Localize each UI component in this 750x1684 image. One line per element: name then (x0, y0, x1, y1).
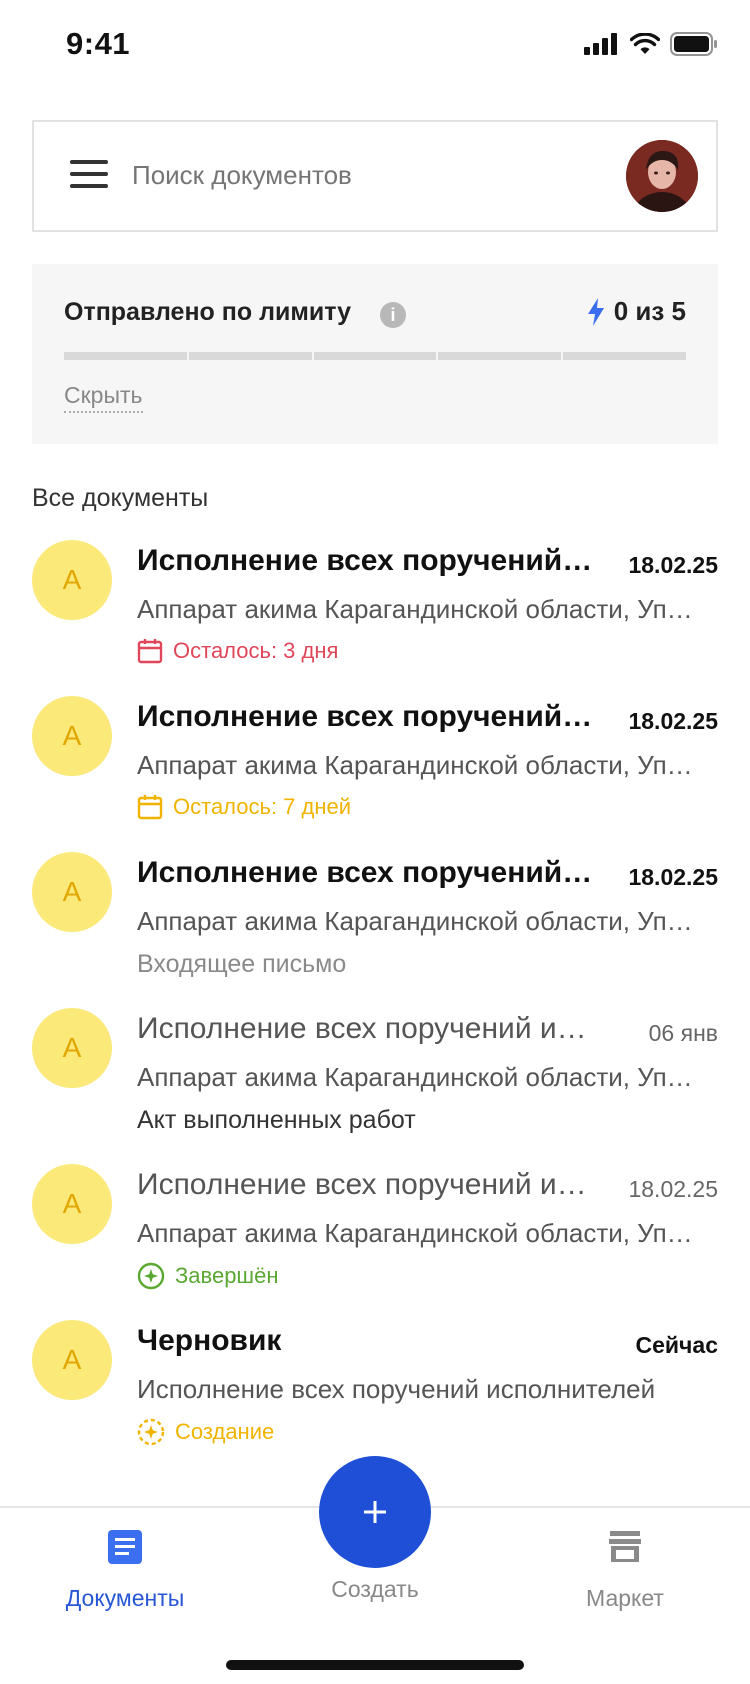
document-organization: Аппарат акима Карагандинской области, Уп… (137, 594, 703, 624)
list-item[interactable]: А Исполнение всех поручений исполнителей… (0, 540, 750, 696)
document-title: Черновик (137, 1324, 282, 1357)
progress-segment (563, 352, 686, 360)
create-button[interactable] (319, 1456, 431, 1568)
nav-documents-label: Документы (65, 1585, 185, 1611)
document-date: 18.02.25 (628, 1176, 718, 1202)
creating-icon (137, 1418, 165, 1446)
calendar-icon (137, 795, 163, 820)
document-status: Осталось: 3 дня (137, 638, 338, 664)
document-status-text: Входящее письмо (137, 950, 347, 978)
home-indicator (226, 1660, 524, 1670)
document-list: А Исполнение всех поручений исполнителей… (0, 540, 750, 1476)
progress-segment (438, 352, 562, 360)
status-bar: 9:41 (0, 0, 750, 92)
list-item[interactable]: А Исполнение всех поручений исполнителей… (0, 696, 750, 852)
limit-counter-text: 0 из 5 (613, 296, 686, 326)
document-icon (108, 1530, 142, 1564)
document-status: Входящее письмо (137, 950, 346, 979)
document-title: Исполнение всех поручений исполнителей (137, 1012, 597, 1045)
list-item[interactable]: А Исполнение всех поручений исполнителей… (0, 1164, 750, 1320)
document-status: Осталось: 7 дней (137, 794, 351, 820)
list-item[interactable]: А Исполнение всех поручений исполнителей… (0, 852, 750, 1008)
nav-documents[interactable]: Документы (55, 1528, 195, 1612)
document-title: Исполнение всех поручений исполнителей (137, 856, 597, 889)
lightning-icon (587, 297, 604, 326)
limit-card: Отправлено по лимиту i 0 из 5 Скрыть (32, 264, 718, 444)
document-date: 18.02.25 (628, 864, 718, 890)
document-title: Исполнение всех поручений исполнителей (137, 1168, 597, 1201)
document-avatar: А (32, 1008, 112, 1088)
document-organization: Аппарат акима Карагандинской области, Уп… (137, 750, 703, 780)
search-input[interactable] (132, 160, 572, 191)
status-icons (584, 32, 718, 56)
document-avatar: А (32, 1320, 112, 1400)
plus-icon (364, 1501, 386, 1523)
nav-market[interactable]: Маркет (560, 1528, 690, 1612)
signal-icon (584, 33, 617, 55)
document-avatar: А (32, 852, 112, 932)
status-time: 9:41 (66, 26, 131, 61)
list-item[interactable]: А Черновик Сейчас Исполнение всех поруче… (0, 1320, 750, 1476)
limit-title: Отправлено по лимиту (64, 298, 351, 326)
list-item[interactable]: А Исполнение всех поручений исполнителей… (0, 1008, 750, 1164)
document-avatar: А (32, 540, 112, 620)
nav-market-label: Маркет (586, 1585, 664, 1611)
nav-create-label[interactable]: Создать (310, 1576, 440, 1603)
document-date: 06 янв (648, 1020, 718, 1046)
document-date: 18.02.25 (628, 708, 718, 734)
document-organization: Исполнение всех поручений исполнителей (137, 1374, 656, 1404)
progress-segment (188, 352, 312, 360)
document-organization: Аппарат акима Карагандинской области, Уп… (137, 906, 703, 936)
progress-segment (313, 352, 437, 360)
hide-link[interactable]: Скрыть (64, 382, 143, 413)
calendar-icon (137, 639, 163, 664)
menu-icon[interactable] (70, 160, 108, 192)
document-status: Завершён (137, 1262, 278, 1290)
document-status-text: Осталось: 7 дней (173, 794, 352, 819)
document-organization: Аппарат акима Карагандинской области, Уп… (137, 1062, 703, 1092)
document-date: Сейчас (635, 1332, 718, 1358)
document-status-text: Акт выполненных работ (137, 1106, 416, 1134)
document-avatar: А (32, 1164, 112, 1244)
document-status-text: Завершён (175, 1263, 279, 1288)
store-icon (609, 1531, 641, 1562)
document-status: Акт выполненных работ (137, 1106, 416, 1135)
wifi-icon (630, 33, 660, 54)
section-title: Все документы (32, 484, 209, 512)
document-avatar: А (32, 696, 112, 776)
progress-segment (64, 352, 187, 360)
info-icon[interactable]: i (380, 302, 406, 328)
user-avatar[interactable] (626, 140, 698, 212)
document-status: Создание (137, 1418, 274, 1446)
battery-icon (670, 32, 717, 56)
document-date: 18.02.25 (628, 552, 718, 578)
search-bar (32, 120, 718, 232)
document-title: Исполнение всех поручений исполнителей (137, 700, 597, 733)
limit-progress-bar (64, 352, 686, 360)
document-title: Исполнение всех поручений исполнителей (137, 544, 597, 577)
document-status-text: Создание (175, 1419, 275, 1444)
limit-counter: 0 из 5 (586, 296, 686, 327)
document-status-text: Осталось: 3 дня (173, 638, 339, 663)
completed-icon (137, 1262, 165, 1290)
document-organization: Аппарат акима Карагандинской области, Уп… (137, 1218, 703, 1248)
